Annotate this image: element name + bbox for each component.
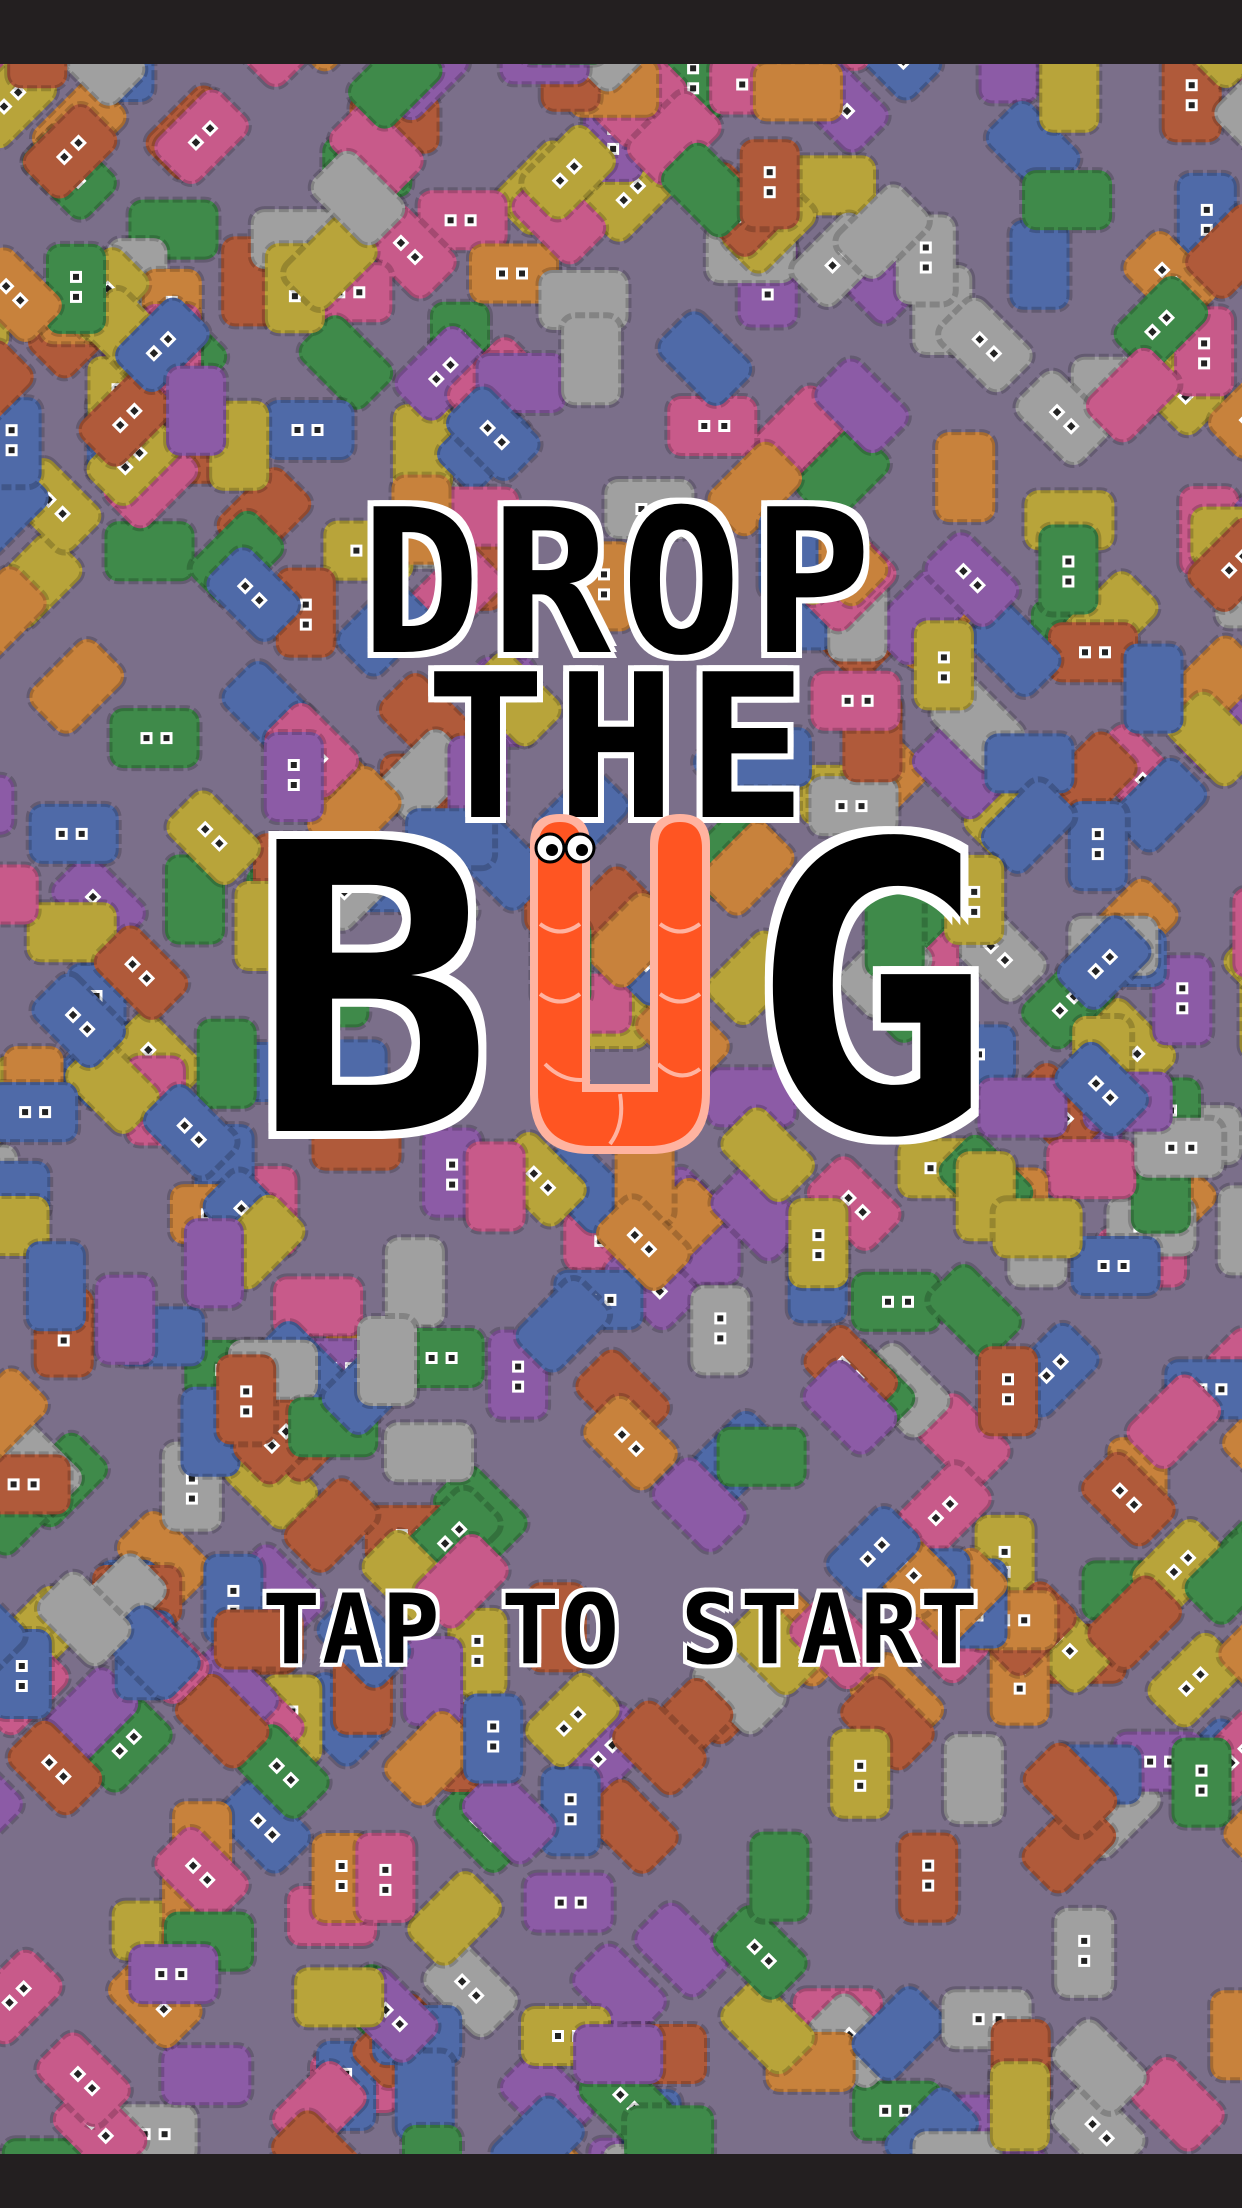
pixel-bug-icon	[4, 64, 71, 92]
pixel-bug-icon	[213, 1351, 280, 1448]
pixel-bug-icon	[193, 1015, 260, 1112]
pixel-bug-icon	[746, 1828, 813, 1925]
pixel-bug-icon	[975, 64, 1042, 107]
pixel-bug-icon	[687, 1282, 754, 1379]
top-letterbox	[0, 0, 1242, 64]
pixel-bug-icon	[354, 1313, 420, 1409]
pixel-bug-icon	[521, 64, 605, 68]
pixel-bug-icon	[0, 1079, 82, 1146]
bottom-letterbox	[0, 2154, 1242, 2208]
pixel-bug-icon	[1043, 1136, 1140, 1203]
worm-u-icon	[530, 814, 710, 1154]
pixel-bug-icon	[0, 1451, 74, 1518]
start-screen-background[interactable]: DROP THE B G TAP TO START	[0, 64, 1242, 2154]
pixel-bug-icon	[986, 2058, 1053, 2154]
pixel-bug-icon	[1168, 1734, 1235, 1831]
pixel-bug-icon	[125, 1941, 222, 2008]
pixel-bug-icon	[151, 86, 252, 188]
pixel-bug-icon	[163, 362, 230, 459]
pixel-bug-icon	[158, 2042, 255, 2109]
pixel-bug-icon	[22, 1238, 89, 1335]
title-letter-g: G	[750, 761, 991, 1226]
pixel-bug-icon	[381, 1419, 477, 1486]
pixel-bug-icon	[180, 1215, 247, 1312]
game-screen[interactable]: DROP THE B G TAP TO START	[0, 0, 1242, 2208]
pixel-bug-icon	[291, 1964, 388, 2031]
pixel-bug-icon	[520, 1869, 617, 1936]
pixel-bug-icon	[940, 1731, 1007, 1828]
pixel-bug-icon	[989, 1195, 1086, 1262]
pixel-bug-icon	[570, 2021, 667, 2088]
pixel-bug-icon	[0, 1946, 66, 2048]
pixel-bug-icon	[1207, 1987, 1242, 2084]
pixel-bug-icon	[1006, 216, 1073, 313]
pixel-bug-icon	[558, 312, 625, 409]
pixel-bug-icon	[352, 1829, 419, 1926]
pixel-bug-icon	[92, 1271, 159, 1368]
pixel-bug-icon	[1214, 1182, 1242, 1279]
tap-to-start-button[interactable]: TAP TO START	[0, 1574, 1242, 1686]
title-letter-b: B	[252, 761, 493, 1226]
pixel-bug-icon	[1019, 167, 1116, 234]
pixel-bug-icon	[975, 1343, 1041, 1440]
pixel-bug-icon	[895, 1829, 962, 1926]
title-bug: B G	[252, 794, 991, 1194]
pixel-bug-icon	[460, 1690, 527, 1787]
pixel-bug-icon	[261, 397, 358, 463]
pixel-bug-icon	[713, 1423, 810, 1490]
pixel-bug-icon	[0, 861, 42, 928]
pixel-bug-icon	[736, 136, 803, 233]
pixel-bug-icon	[621, 2102, 718, 2154]
pixel-bug-icon	[749, 64, 846, 125]
pixel-bug-icon	[1229, 884, 1242, 981]
pixel-bug-icon	[827, 1725, 894, 1822]
pixel-bug-icon	[1051, 1904, 1118, 2001]
pixel-bug-icon	[214, 64, 316, 90]
pixel-bug-icon	[399, 2121, 465, 2154]
pixel-bug-icon	[1036, 64, 1103, 136]
